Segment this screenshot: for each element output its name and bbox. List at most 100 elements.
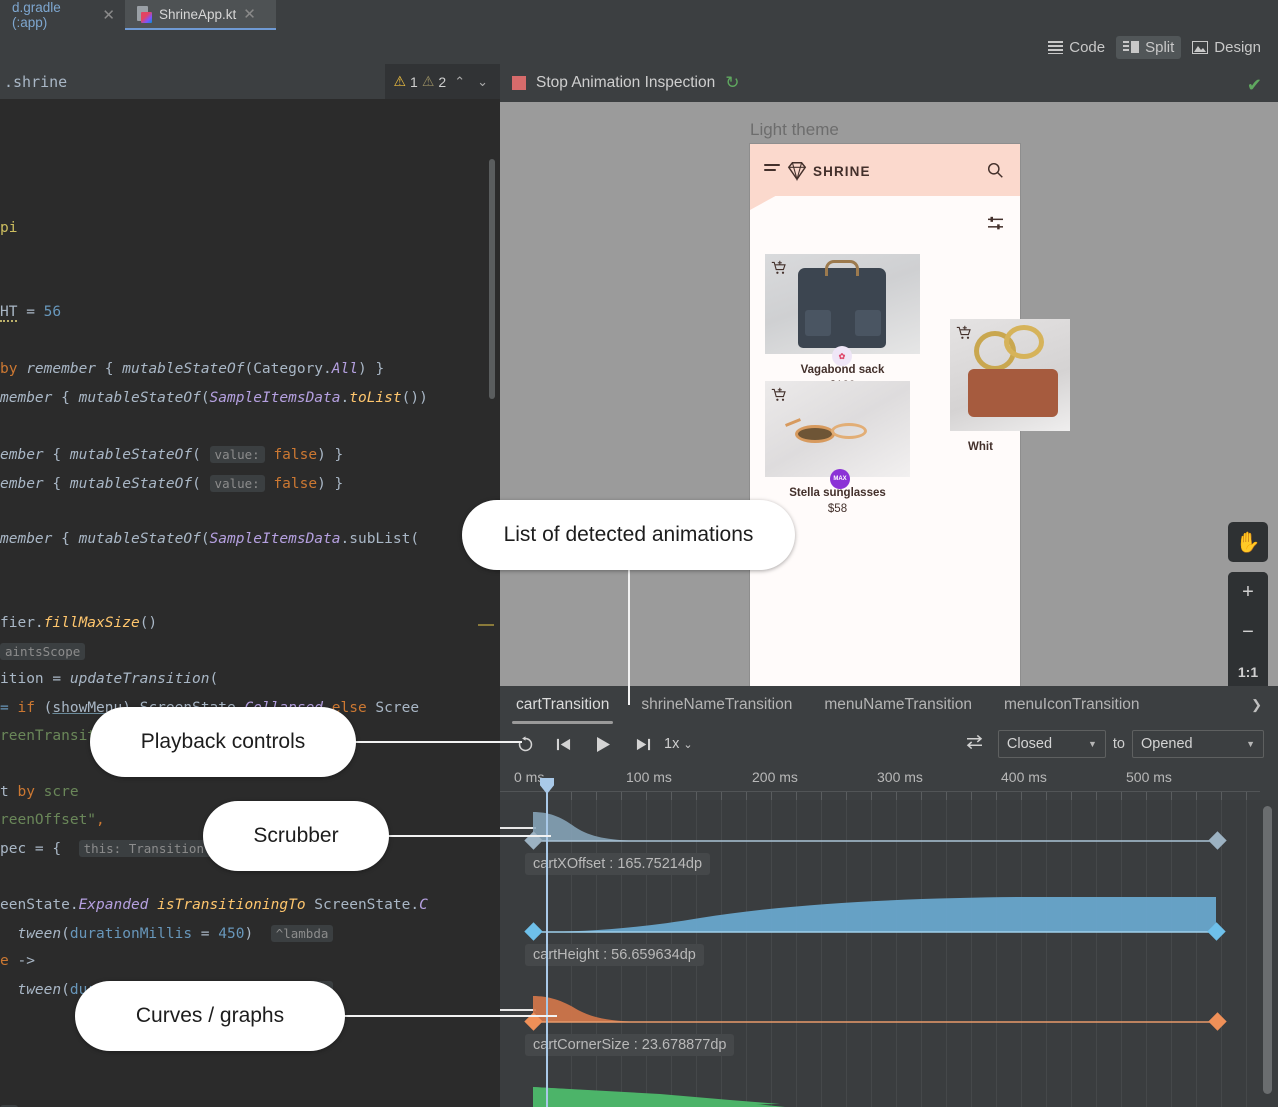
- design-image-icon: [1192, 41, 1208, 54]
- curve-row-cartHeight[interactable]: cartHeight : 56.659634dp: [500, 894, 1260, 986]
- next-issue-icon[interactable]: ⌄: [473, 74, 492, 90]
- search-icon[interactable]: [987, 162, 1004, 179]
- ruler-tick: [846, 792, 847, 800]
- tick-label: 500 ms: [1126, 769, 1172, 785]
- zoom-out-button[interactable]: −: [1228, 612, 1268, 652]
- ruler-tick: [1121, 792, 1122, 800]
- prev-issue-icon[interactable]: ⌃: [450, 74, 469, 90]
- tab-label: shrineNameTransition: [641, 696, 792, 714]
- skip-to-end-icon[interactable]: [628, 729, 658, 759]
- loop-icon[interactable]: [510, 729, 540, 759]
- scrubber-line: [546, 778, 548, 1107]
- callout-leader: [352, 741, 522, 743]
- ruler-tick: [721, 792, 722, 800]
- theme-label: Light theme: [750, 120, 839, 140]
- curve-row-cartAlpha[interactable]: [500, 1078, 1260, 1107]
- kotlin-file-icon: [137, 6, 152, 23]
- curve-cartAlpha: [500, 1078, 1260, 1107]
- ruler-tick: [896, 792, 897, 800]
- stop-square-icon[interactable]: [512, 76, 526, 90]
- warning-icon: ⚠: [422, 73, 435, 90]
- ruler-tick: [996, 792, 997, 800]
- error-count: 1: [410, 74, 418, 90]
- timeline-ruler[interactable]: 0 ms 100 ms 200 ms 300 ms 400 ms 500 ms: [500, 764, 1278, 800]
- to-state-select[interactable]: Opened ▼: [1132, 730, 1264, 758]
- product-card[interactable]: Whit: [950, 319, 1070, 453]
- ruler-tick: [646, 792, 647, 800]
- one-to-one-icon: 1:1: [1238, 664, 1258, 680]
- refresh-icon[interactable]: ↻: [725, 73, 739, 93]
- curve-row-cartCornerSize[interactable]: cartCornerSize : 23.678877dp: [500, 986, 1260, 1078]
- playback-speed-selector[interactable]: 1x ⌄: [664, 736, 693, 752]
- tune-filter-icon[interactable]: [987, 216, 1004, 231]
- curve-value-label: cartXOffset : 165.75214dp: [525, 853, 710, 875]
- playback-controls: 1x ⌄ Closed ▼ to Opened ▼: [500, 724, 1278, 764]
- inspection-widget[interactable]: ⚠ 1 ⚠ 2 ⌃ ⌄: [385, 64, 500, 99]
- view-mode-split[interactable]: Split: [1116, 36, 1181, 59]
- animation-tab-menuNameTransition[interactable]: menuNameTransition: [808, 686, 988, 724]
- code-lines-icon: [1048, 41, 1063, 54]
- zoom-in-button[interactable]: +: [1228, 572, 1268, 612]
- ruler-tick: [1146, 792, 1147, 800]
- ruler-tick: [946, 792, 947, 800]
- curve-cartHeight: [500, 894, 1260, 986]
- animation-tab-menuIconTransition[interactable]: menuIconTransition: [988, 686, 1156, 724]
- editor-scrollbar[interactable]: [489, 159, 495, 399]
- callout-label: Scrubber: [253, 824, 338, 848]
- ruler-tick: [821, 792, 822, 800]
- view-mode-bar: Code Split Design: [0, 30, 1278, 64]
- ruler-tick: [1171, 792, 1172, 800]
- preview-canvas[interactable]: Light theme SHRINE: [500, 102, 1278, 686]
- animation-tab-cartTransition[interactable]: cartTransition: [500, 686, 625, 724]
- chevron-down-icon[interactable]: ❯: [1251, 697, 1278, 713]
- add-to-cart-icon[interactable]: [956, 325, 972, 341]
- product-card[interactable]: ✿ Vagabond sack $120: [765, 254, 920, 392]
- skip-to-start-icon[interactable]: [548, 729, 578, 759]
- ruler-tick: [1021, 792, 1022, 800]
- callout-leader: [342, 1015, 557, 1017]
- zoom-actual-button[interactable]: 1:1: [1228, 652, 1268, 686]
- curve-cartXOffset: [500, 800, 1260, 894]
- from-state-select[interactable]: Closed ▼: [998, 730, 1106, 758]
- from-state-value: Closed: [1007, 736, 1088, 752]
- tab-label: d.gradle (:app): [12, 0, 95, 30]
- view-mode-label: Code: [1069, 39, 1105, 56]
- pan-tool-button[interactable]: ✋: [1228, 522, 1268, 562]
- ruler-tick: [971, 792, 972, 800]
- code-editor[interactable]: pi HT = 56 by remember { mutableStateOf(…: [0, 99, 490, 1107]
- view-mode-code[interactable]: Code: [1041, 36, 1112, 59]
- editor-tab-shrineapp[interactable]: ShrineApp.kt ✕: [125, 0, 276, 30]
- callout-label: List of detected animations: [504, 523, 754, 547]
- view-mode-design[interactable]: Design: [1185, 36, 1268, 59]
- callout-leader: [386, 835, 551, 837]
- callout-label: Playback controls: [141, 730, 306, 754]
- chevron-down-icon: ⌄: [683, 738, 692, 751]
- tick-label: 400 ms: [1001, 769, 1047, 785]
- editor-pane: .shrine ⚠ 1 ⚠ 2 ⌃ ⌄ pi HT = 56 by rememb…: [0, 64, 500, 1107]
- curves-scrollbar[interactable]: [1263, 806, 1272, 1094]
- hamburger-menu-icon[interactable]: [764, 164, 780, 174]
- swap-states-icon[interactable]: [965, 734, 984, 754]
- play-icon[interactable]: [588, 729, 618, 759]
- animation-curves-area[interactable]: cartXOffset : 165.75214dp cartHeight : 5…: [500, 800, 1278, 1107]
- add-to-cart-icon[interactable]: [771, 387, 787, 403]
- curve-row-cartXOffset[interactable]: cartXOffset : 165.75214dp: [500, 800, 1260, 894]
- ruler-tick: [871, 792, 872, 800]
- view-mode-label: Design: [1214, 39, 1261, 56]
- ruler-tick: [1071, 792, 1072, 800]
- close-icon[interactable]: ✕: [243, 7, 256, 22]
- callout-list-of-detected-animations: List of detected animations: [462, 500, 795, 570]
- animation-tab-shrineNameTransition[interactable]: shrineNameTransition: [625, 686, 808, 724]
- stop-animation-label[interactable]: Stop Animation Inspection: [536, 74, 715, 92]
- product-image: [765, 381, 910, 477]
- close-icon[interactable]: ✕: [102, 8, 115, 23]
- product-card[interactable]: MAX Stella sunglasses $58: [765, 381, 910, 515]
- editor-marker: [478, 624, 494, 626]
- ruler-tick: [771, 792, 772, 800]
- product-image: [765, 254, 920, 354]
- editor-tab-gradle[interactable]: d.gradle (:app) ✕: [0, 0, 125, 30]
- shrine-diamond-icon: [786, 160, 808, 182]
- preview-device-frame[interactable]: SHRINE: [750, 144, 1020, 686]
- add-to-cart-icon[interactable]: [771, 260, 787, 276]
- to-state-value: Opened: [1141, 736, 1246, 752]
